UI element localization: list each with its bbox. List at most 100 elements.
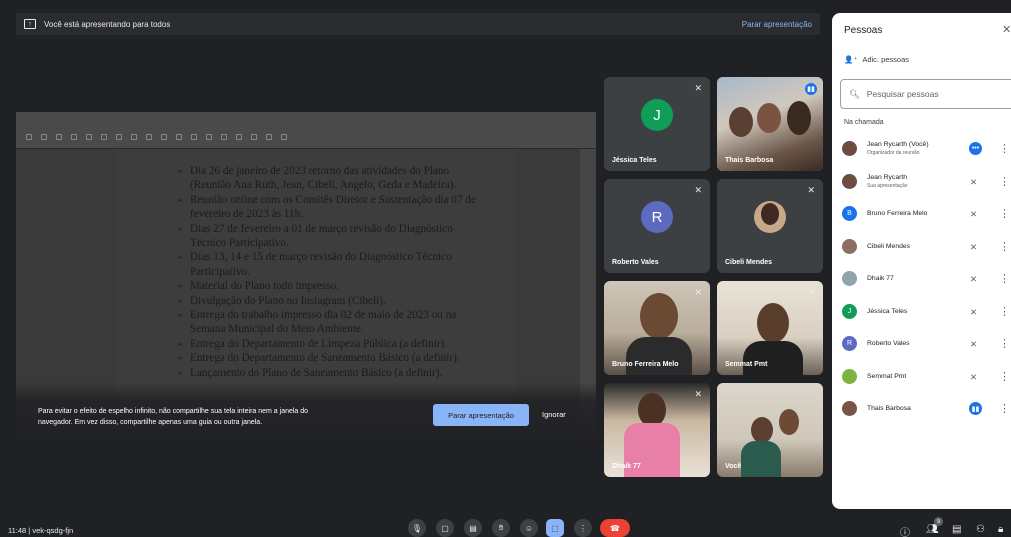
avatar: J [842,303,857,319]
microphone-button[interactable]: 🎙︎ [408,519,426,537]
mic-off-icon: ✕ [970,241,978,252]
info-icon[interactable]: ⓘ [900,524,910,537]
participant-tile[interactable]: ✕ Cibeli Mendes [717,179,823,273]
tile-name: Você [725,463,742,470]
raise-hand-button[interactable]: ✋︎ [492,519,510,537]
participant-tile[interactable]: ✕ J Jéssica Teles [604,77,710,171]
mic-off-icon: ✕ [970,371,978,382]
mic-off-icon: ✕ [970,176,978,187]
shared-screen: Dia 26 de janeiro de 2023 retorno das at… [16,112,596,444]
avatar [842,173,857,189]
section-heading: Na chamada [844,119,884,126]
add-people-label: Adic. pessoas [862,55,910,64]
stop-presenting-link[interactable]: Parar apresentação [742,20,812,29]
hang-up-icon: ☎︎ [610,523,620,533]
person-name: Roberto Vales [867,340,910,347]
search-icon: 🔍︎ [849,88,860,99]
person-row[interactable]: B Bruno Ferreira Melo ✕ ⋮ [832,198,1011,231]
leave-call-button[interactable]: ☎︎ [600,519,630,537]
more-vert-icon: ⋮ [579,523,587,533]
participant-tile[interactable]: ✕ R Roberto Vales [604,179,710,273]
mic-off-icon: ✕ [807,287,815,297]
person-row[interactable]: J Jéssica Teles ✕ ⋮ [832,296,1011,329]
more-options-icon[interactable]: ⋮ [999,175,1010,188]
person-name: Semmat Pmt [867,372,907,380]
mic-off-icon: ✕ [970,306,978,317]
mirror-warning-text: Para evitar o efeito de espelho infinito… [38,408,309,426]
search-placeholder: Pesquisar pessoas [866,89,939,99]
emoji-icon: ☺ [524,523,534,533]
person-row[interactable]: Cibeli Mendes ✕ ⋮ [832,231,1011,264]
person-role: Sua apresentação [867,182,908,189]
more-options-button[interactable]: ⋮ [574,519,592,537]
person-row[interactable]: Thais Barbosa ▮▮ ⋮ [832,393,1011,426]
lock-icon[interactable]: 🔒︎ [998,524,1003,535]
more-options-icon[interactable]: ⋮ [999,305,1010,318]
person-name: Jean Rycarth (Você) [867,141,929,148]
panel-title: Pessoas [844,25,883,36]
avatar [842,271,857,286]
avatar-photo [754,201,786,233]
meet-window: ↑ Você está apresentando para todos Para… [0,0,1011,537]
hand-icon: ✋︎ [498,523,504,532]
participant-tile-self[interactable]: Você [717,383,823,477]
person-row[interactable]: Jean Rycarth Sua apresentação ✕ ⋮ [832,166,1011,199]
person-row[interactable]: Semmat Pmt ✕ ⋮ [832,361,1011,394]
participant-tile[interactable]: ✕ Dhaik 77 [604,383,710,477]
mic-off-icon: ✕ [807,185,815,195]
tile-name: Roberto Vales [612,259,659,266]
person-name: Thais Barbosa [867,405,911,412]
tile-name: Thais Barbosa [725,157,774,164]
more-options-icon[interactable]: ⋮ [999,272,1010,285]
speaking-indicator-icon: ▮▮ [805,83,817,95]
present-icon: ⬚ [551,523,559,533]
tile-name: Semmat Pmt [725,361,768,368]
people-panel: Pessoas ✕ 👤⁺ Adic. pessoas 🔍︎ Pesquisar … [832,13,1011,509]
participant-tile[interactable]: ✕ Bruno Ferreira Melo [604,281,710,375]
tile-name: Bruno Ferreira Melo [612,361,679,368]
more-options-icon[interactable]: ⋮ [999,142,1010,155]
participant-tile[interactable]: ✕ Semmat Pmt [717,281,823,375]
person-name: Bruno Ferreira Melo [867,210,928,217]
more-options-icon[interactable]: ⋮ [999,402,1010,415]
bottom-controls: 11:48 | vek-qsdg-fjn 🎙︎ ▢ ▤ ✋︎ ☺ ⬚ ⋮ ☎︎ … [0,515,1011,537]
meeting-time-and-code: 11:48 | vek-qsdg-fjn [8,526,74,535]
mic-off-icon: ✕ [970,339,978,349]
mic-off-icon: ✕ [970,274,978,284]
participant-tile[interactable]: ▮▮ Thais Barbosa [717,77,823,171]
mic-off-icon: ✕ [970,209,978,219]
ignore-button[interactable]: Ignorar [542,410,566,419]
add-people-button[interactable]: 👤⁺ Adic. pessoas [844,55,909,64]
more-options-icon[interactable]: ⋮ [999,207,1010,220]
mic-off-icon: ✕ [694,389,702,399]
chat-icon[interactable]: ▤ [952,524,961,535]
present-button[interactable]: ⬚ [546,519,564,537]
camera-button[interactable]: ▢ [436,519,454,537]
tile-name: Jéssica Teles [612,157,657,164]
participant-count-badge: 9 [934,517,943,526]
mic-off-icon: ✕ [694,185,702,195]
person-row[interactable]: R Roberto Vales ✕ ⋮ [832,328,1011,361]
reactions-button[interactable]: ☺ [520,519,538,537]
person-row[interactable]: Jean Rycarth (Você) Organizador da reuni… [832,133,1011,166]
person-role: Organizador da reunião [867,150,920,156]
more-options-icon[interactable]: ⋮ [999,337,1010,350]
avatar [842,401,857,416]
presenting-banner: ↑ Você está apresentando para todos Para… [16,13,820,35]
add-person-icon: 👤⁺ [844,55,858,64]
stop-presenting-button[interactable]: Parar apresentação [433,404,529,426]
search-people-input[interactable]: 🔍︎ Pesquisar pessoas [840,79,1011,109]
person-name: Jéssica Teles [867,307,908,315]
person-name: Dhaik 77 [867,275,894,282]
close-icon[interactable]: ✕ [1002,23,1011,36]
captions-button[interactable]: ▤ [464,519,482,537]
people-list: Jean Rycarth (Você) Organizador da reuni… [832,133,1011,426]
person-row[interactable]: Dhaik 77 ✕ ⋮ [832,263,1011,296]
more-options-icon[interactable]: ⋮ [999,240,1010,253]
activities-icon[interactable]: ⚇ [976,524,985,535]
avatar [842,141,857,156]
avatar: R [842,336,857,351]
speaking-indicator-icon: ••• [969,142,982,155]
more-options-icon[interactable]: ⋮ [999,370,1010,383]
avatar: J [641,99,673,131]
